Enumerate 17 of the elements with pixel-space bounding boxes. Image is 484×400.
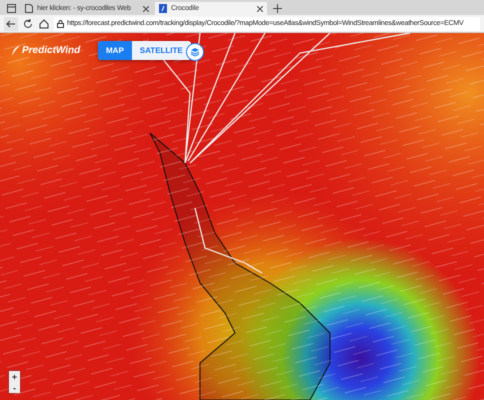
home-icon[interactable] [38,18,50,30]
new-tab-icon[interactable] [273,4,282,13]
close-icon[interactable] [143,6,149,12]
map-mode-tab[interactable]: SATELLITE [132,41,191,60]
window-icon[interactable] [7,4,16,13]
zoom-in-button[interactable]: + [9,371,20,382]
zoom-out-button[interactable]: - [9,382,20,393]
close-icon[interactable] [257,6,263,12]
layers-icon [190,47,200,57]
brand-logo: PredictWind [22,45,80,56]
lock-icon [57,20,64,28]
refresh-icon[interactable] [22,18,34,30]
logo-icon [12,46,20,56]
page-icon [25,4,33,13]
site-icon [159,4,167,13]
map-mode-tab[interactable]: MAP [98,41,132,60]
back-icon[interactable] [4,16,18,30]
